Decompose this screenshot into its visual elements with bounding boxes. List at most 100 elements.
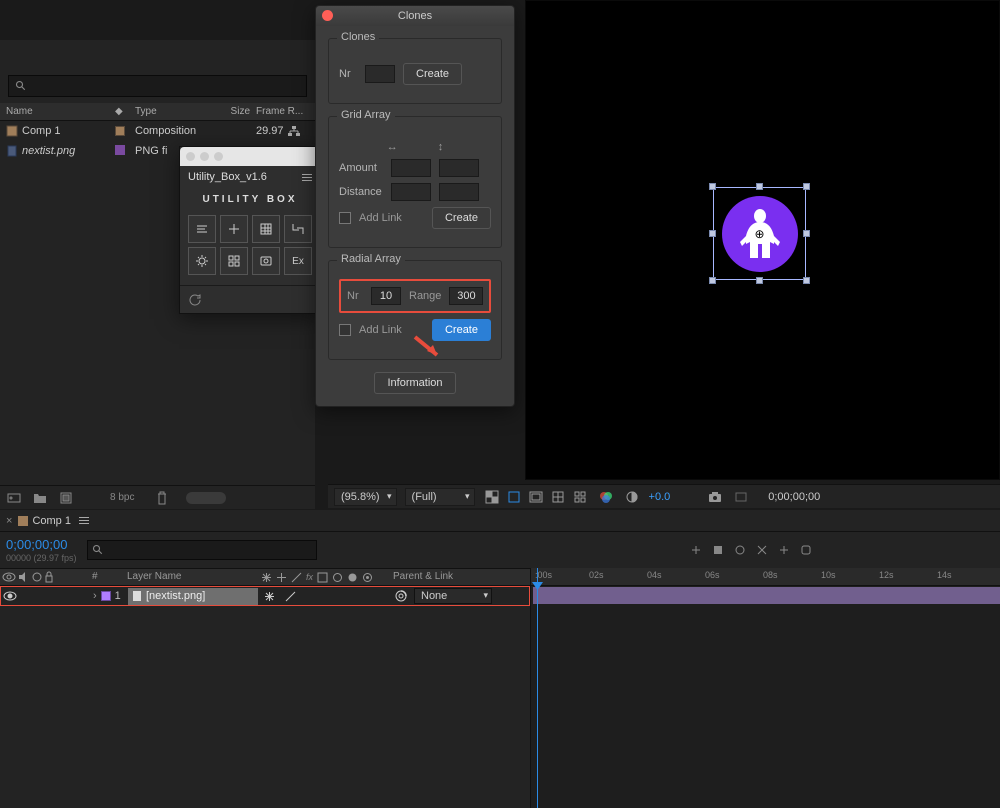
util-btn-6[interactable] [220, 247, 248, 275]
pickwhip-icon[interactable] [394, 589, 408, 603]
new-comp-icon[interactable] [58, 490, 74, 506]
bpc-label[interactable]: 8 bpc [110, 492, 134, 503]
transform-icon[interactable] [264, 591, 275, 602]
exposure-icon[interactable] [623, 488, 641, 506]
selection-box[interactable]: ⊕ [713, 187, 806, 280]
parent-dropdown[interactable]: None [414, 588, 492, 604]
addlink-label: Add Link [359, 324, 402, 336]
tool-icon[interactable] [798, 542, 814, 558]
current-timecode[interactable]: 0;00;00;00 [6, 537, 77, 552]
solo-icon[interactable] [32, 572, 42, 582]
timeline-tab[interactable]: Comp 1 [18, 515, 89, 527]
resolution-dropdown[interactable]: (Full) [405, 488, 475, 506]
show-snapshot-icon[interactable] [732, 488, 750, 506]
tool-icon[interactable] [754, 542, 770, 558]
util-btn-3[interactable] [252, 215, 280, 243]
col-index: # [92, 571, 127, 583]
section-legend: Radial Array [337, 253, 405, 265]
resize-handle[interactable] [803, 230, 810, 237]
zoom-dropdown[interactable]: (95.8%) [334, 488, 397, 506]
drag-pill[interactable] [186, 492, 226, 504]
eye-icon[interactable] [2, 572, 16, 582]
time-ruler[interactable]: :00s 02s 04s 06s 08s 10s 12s 14s [531, 568, 1000, 586]
amount-x-input[interactable] [391, 159, 431, 177]
color-chip[interactable] [101, 591, 111, 601]
col-layer-name[interactable]: Layer Name [127, 571, 257, 583]
util-btn-1[interactable] [188, 215, 216, 243]
tool-icon[interactable] [776, 542, 792, 558]
edit-icon[interactable] [285, 591, 296, 602]
create-button[interactable]: Create [403, 63, 462, 85]
resize-handle[interactable] [803, 183, 810, 190]
trash-icon[interactable] [154, 490, 170, 506]
util-btn-2[interactable] [220, 215, 248, 243]
layer-duration-bar[interactable] [533, 587, 1000, 604]
playhead[interactable] [537, 568, 538, 808]
distance-x-input[interactable] [391, 183, 431, 201]
resize-handle[interactable] [709, 230, 716, 237]
close-icon[interactable] [322, 10, 333, 21]
resize-handle[interactable] [709, 183, 716, 190]
project-column-headers: Name ◆ Type Size Frame R... [0, 103, 315, 121]
mode-icon [317, 572, 328, 583]
addlink-checkbox[interactable] [339, 212, 351, 224]
transparency-grid-icon[interactable] [483, 488, 501, 506]
interpret-icon[interactable] [6, 490, 22, 506]
resize-handle[interactable] [756, 277, 763, 284]
tab-close-icon[interactable]: × [6, 515, 12, 527]
preview-timecode[interactable]: 0;00;00;00 [768, 491, 820, 503]
resize-handle[interactable] [803, 277, 810, 284]
lock-icon[interactable] [44, 571, 54, 583]
menu-icon[interactable] [302, 174, 312, 181]
resize-handle[interactable] [709, 277, 716, 284]
clones-titlebar[interactable]: Clones [316, 6, 514, 26]
ruler-mark: 10s [821, 570, 836, 580]
max-dot[interactable] [214, 152, 223, 161]
menu-icon[interactable] [79, 517, 89, 524]
util-btn-5[interactable] [188, 247, 216, 275]
information-button[interactable]: Information [374, 372, 455, 394]
timeline-ruler-area[interactable]: :00s 02s 04s 06s 08s 10s 12s 14s [530, 568, 1000, 808]
col-name[interactable]: Name [0, 106, 115, 117]
project-row-comp[interactable]: Comp 1 Composition 29.97 [0, 121, 315, 141]
create-button[interactable]: Create [432, 207, 491, 229]
nr-input[interactable] [365, 65, 395, 83]
col-type[interactable]: Type [135, 106, 210, 117]
util-btn-4[interactable] [284, 215, 312, 243]
close-dot[interactable] [186, 152, 195, 161]
eye-icon[interactable] [3, 591, 17, 601]
audio-icon[interactable] [18, 572, 30, 582]
col-tag[interactable]: ◆ [115, 106, 135, 117]
project-search[interactable] [8, 75, 307, 97]
tool-icon[interactable] [710, 542, 726, 558]
twirl-icon[interactable]: › [93, 590, 97, 602]
refresh-icon[interactable] [188, 293, 202, 307]
file-icon [132, 590, 142, 602]
col-framerate[interactable]: Frame R... [250, 106, 315, 117]
min-dot[interactable] [200, 152, 209, 161]
util-btn-8[interactable]: Ex [284, 247, 312, 275]
tool-icon[interactable] [732, 542, 748, 558]
guides-icon[interactable] [571, 488, 589, 506]
snapshot-icon[interactable] [706, 488, 724, 506]
exposure-value[interactable]: +0.0 [649, 491, 671, 503]
addlink-checkbox[interactable] [339, 324, 351, 336]
folder-icon[interactable] [32, 490, 48, 506]
grid-icon[interactable] [549, 488, 567, 506]
range-label: Range [409, 290, 441, 302]
safe-zone-icon[interactable] [527, 488, 545, 506]
radial-range-input[interactable] [449, 287, 483, 305]
radial-nr-input[interactable] [371, 287, 401, 305]
create-button[interactable]: Create [432, 319, 491, 341]
util-btn-7[interactable] [252, 247, 280, 275]
layer-content [722, 196, 798, 272]
tool-icon[interactable] [688, 542, 704, 558]
distance-y-input[interactable] [439, 183, 479, 201]
color-mgmt-icon[interactable] [597, 488, 615, 506]
resize-handle[interactable] [756, 183, 763, 190]
utility-titlebar[interactable] [180, 147, 320, 166]
col-size[interactable]: Size [210, 106, 250, 117]
layer-search[interactable] [87, 540, 317, 560]
mask-icon[interactable] [505, 488, 523, 506]
amount-y-input[interactable] [439, 159, 479, 177]
